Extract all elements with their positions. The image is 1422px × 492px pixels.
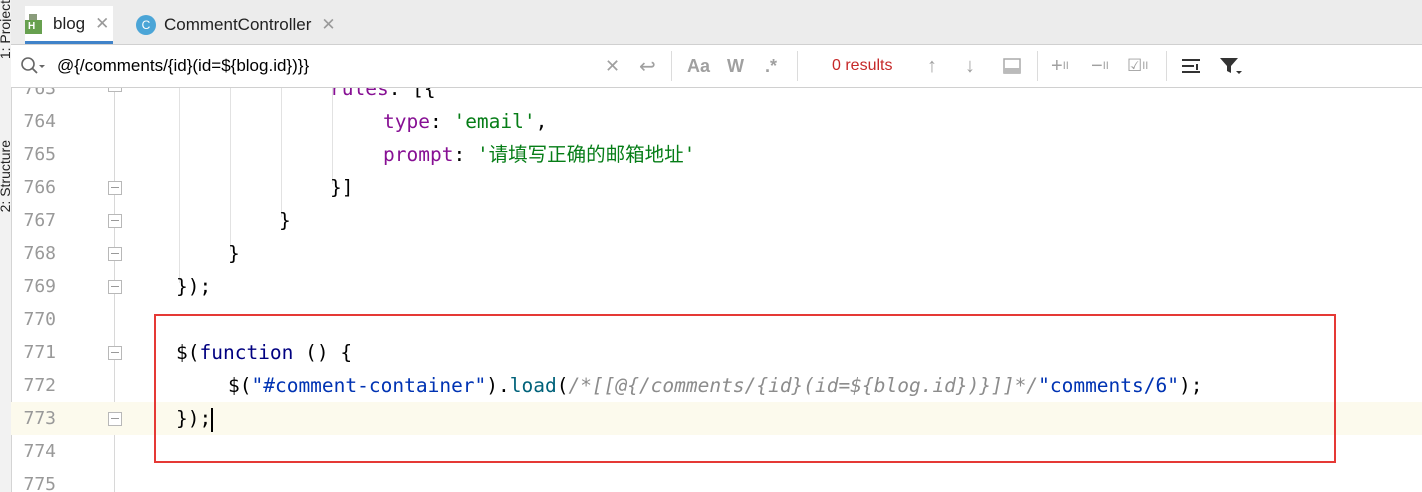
line-number: 767	[23, 210, 56, 231]
code-line: 775	[11, 468, 1422, 492]
new-line-icon[interactable]: ↩	[639, 45, 656, 87]
line-number: 774	[23, 441, 56, 462]
fold-icon[interactable]	[108, 247, 122, 261]
funnel-filter-icon[interactable]	[1218, 45, 1244, 87]
fold-icon[interactable]	[108, 280, 122, 294]
code-editor[interactable]: 763 rules: [{ 764 type: 'email', 765 pro…	[11, 88, 1422, 492]
close-icon[interactable]: ✕	[95, 14, 109, 34]
close-icon[interactable]: ✕	[321, 15, 335, 35]
html-file-icon: H	[25, 13, 45, 34]
code-line: 765 prompt: '请填写正确的邮箱地址'	[11, 138, 1422, 171]
search-input[interactable]: @{/comments/{id}(id=${blog.id})}}	[57, 45, 309, 87]
line-number: 769	[23, 276, 56, 297]
match-case-toggle[interactable]: Aa	[687, 45, 710, 87]
open-in-window-icon[interactable]	[1002, 45, 1022, 87]
search-icon	[21, 57, 45, 74]
line-number: 763	[23, 88, 56, 99]
search-result-count: 0 results	[832, 57, 893, 74]
tab-commentcontroller[interactable]: C CommentController ✕	[136, 6, 336, 44]
line-number: 775	[23, 474, 56, 492]
fold-icon[interactable]	[108, 181, 122, 195]
structure-tool-button[interactable]: 2: Structure	[0, 140, 11, 212]
project-tool-button[interactable]: 1: Project	[0, 0, 11, 59]
code-line: 768 }	[11, 237, 1422, 270]
text-caret	[211, 407, 214, 432]
line-number: 768	[23, 243, 56, 264]
remove-occurrence-icon[interactable]: − II	[1091, 45, 1109, 87]
find-bar: @{/comments/{id}(id=${blog.id})}} ✕ ↩ Aa…	[11, 45, 1422, 88]
next-occurrence-icon[interactable]: ↓	[965, 45, 975, 87]
line-number: 773	[23, 408, 56, 429]
fold-icon[interactable]	[108, 214, 122, 228]
line-number: 771	[23, 342, 56, 363]
line-number: 770	[23, 309, 56, 330]
current-code-line: 773 });	[11, 402, 1422, 435]
tab-label: blog	[53, 13, 86, 33]
code-line: 772 $("#comment-container").load(/*[[@{/…	[11, 369, 1422, 402]
fold-icon[interactable]	[108, 346, 122, 360]
code-line: 769 });	[11, 270, 1422, 303]
code-line: 770	[11, 303, 1422, 336]
code-line: 767 }	[11, 204, 1422, 237]
fold-icon[interactable]	[108, 412, 122, 426]
class-icon: C	[136, 15, 156, 35]
search-history-dropdown[interactable]	[20, 45, 46, 87]
line-number: 766	[23, 177, 56, 198]
editor-tab-bar: H blog ✕ C CommentController ✕	[11, 0, 1422, 45]
whole-words-toggle[interactable]: W	[727, 45, 744, 87]
clear-search-icon[interactable]: ✕	[605, 45, 620, 87]
line-number: 765	[23, 144, 56, 165]
regex-toggle[interactable]: .*	[765, 45, 777, 87]
select-all-occurrences-icon[interactable]: ☑ II	[1127, 45, 1148, 87]
tab-blog[interactable]: H blog ✕	[25, 6, 114, 44]
line-number: 772	[23, 375, 56, 396]
code-line: 771 $(function () {	[11, 336, 1422, 369]
code-line: 763 rules: [{	[11, 88, 1422, 105]
code-line: 766 }]	[11, 171, 1422, 204]
filter-search-results-icon[interactable]	[1180, 45, 1202, 87]
code-line: 774	[11, 435, 1422, 468]
code-line: 764 type: 'email',	[11, 105, 1422, 138]
previous-occurrence-icon[interactable]: ↑	[927, 45, 937, 87]
line-number: 764	[23, 111, 56, 132]
fold-icon[interactable]	[108, 88, 122, 92]
add-occurrence-icon[interactable]: + II	[1051, 45, 1069, 87]
tab-label: CommentController	[164, 15, 312, 34]
